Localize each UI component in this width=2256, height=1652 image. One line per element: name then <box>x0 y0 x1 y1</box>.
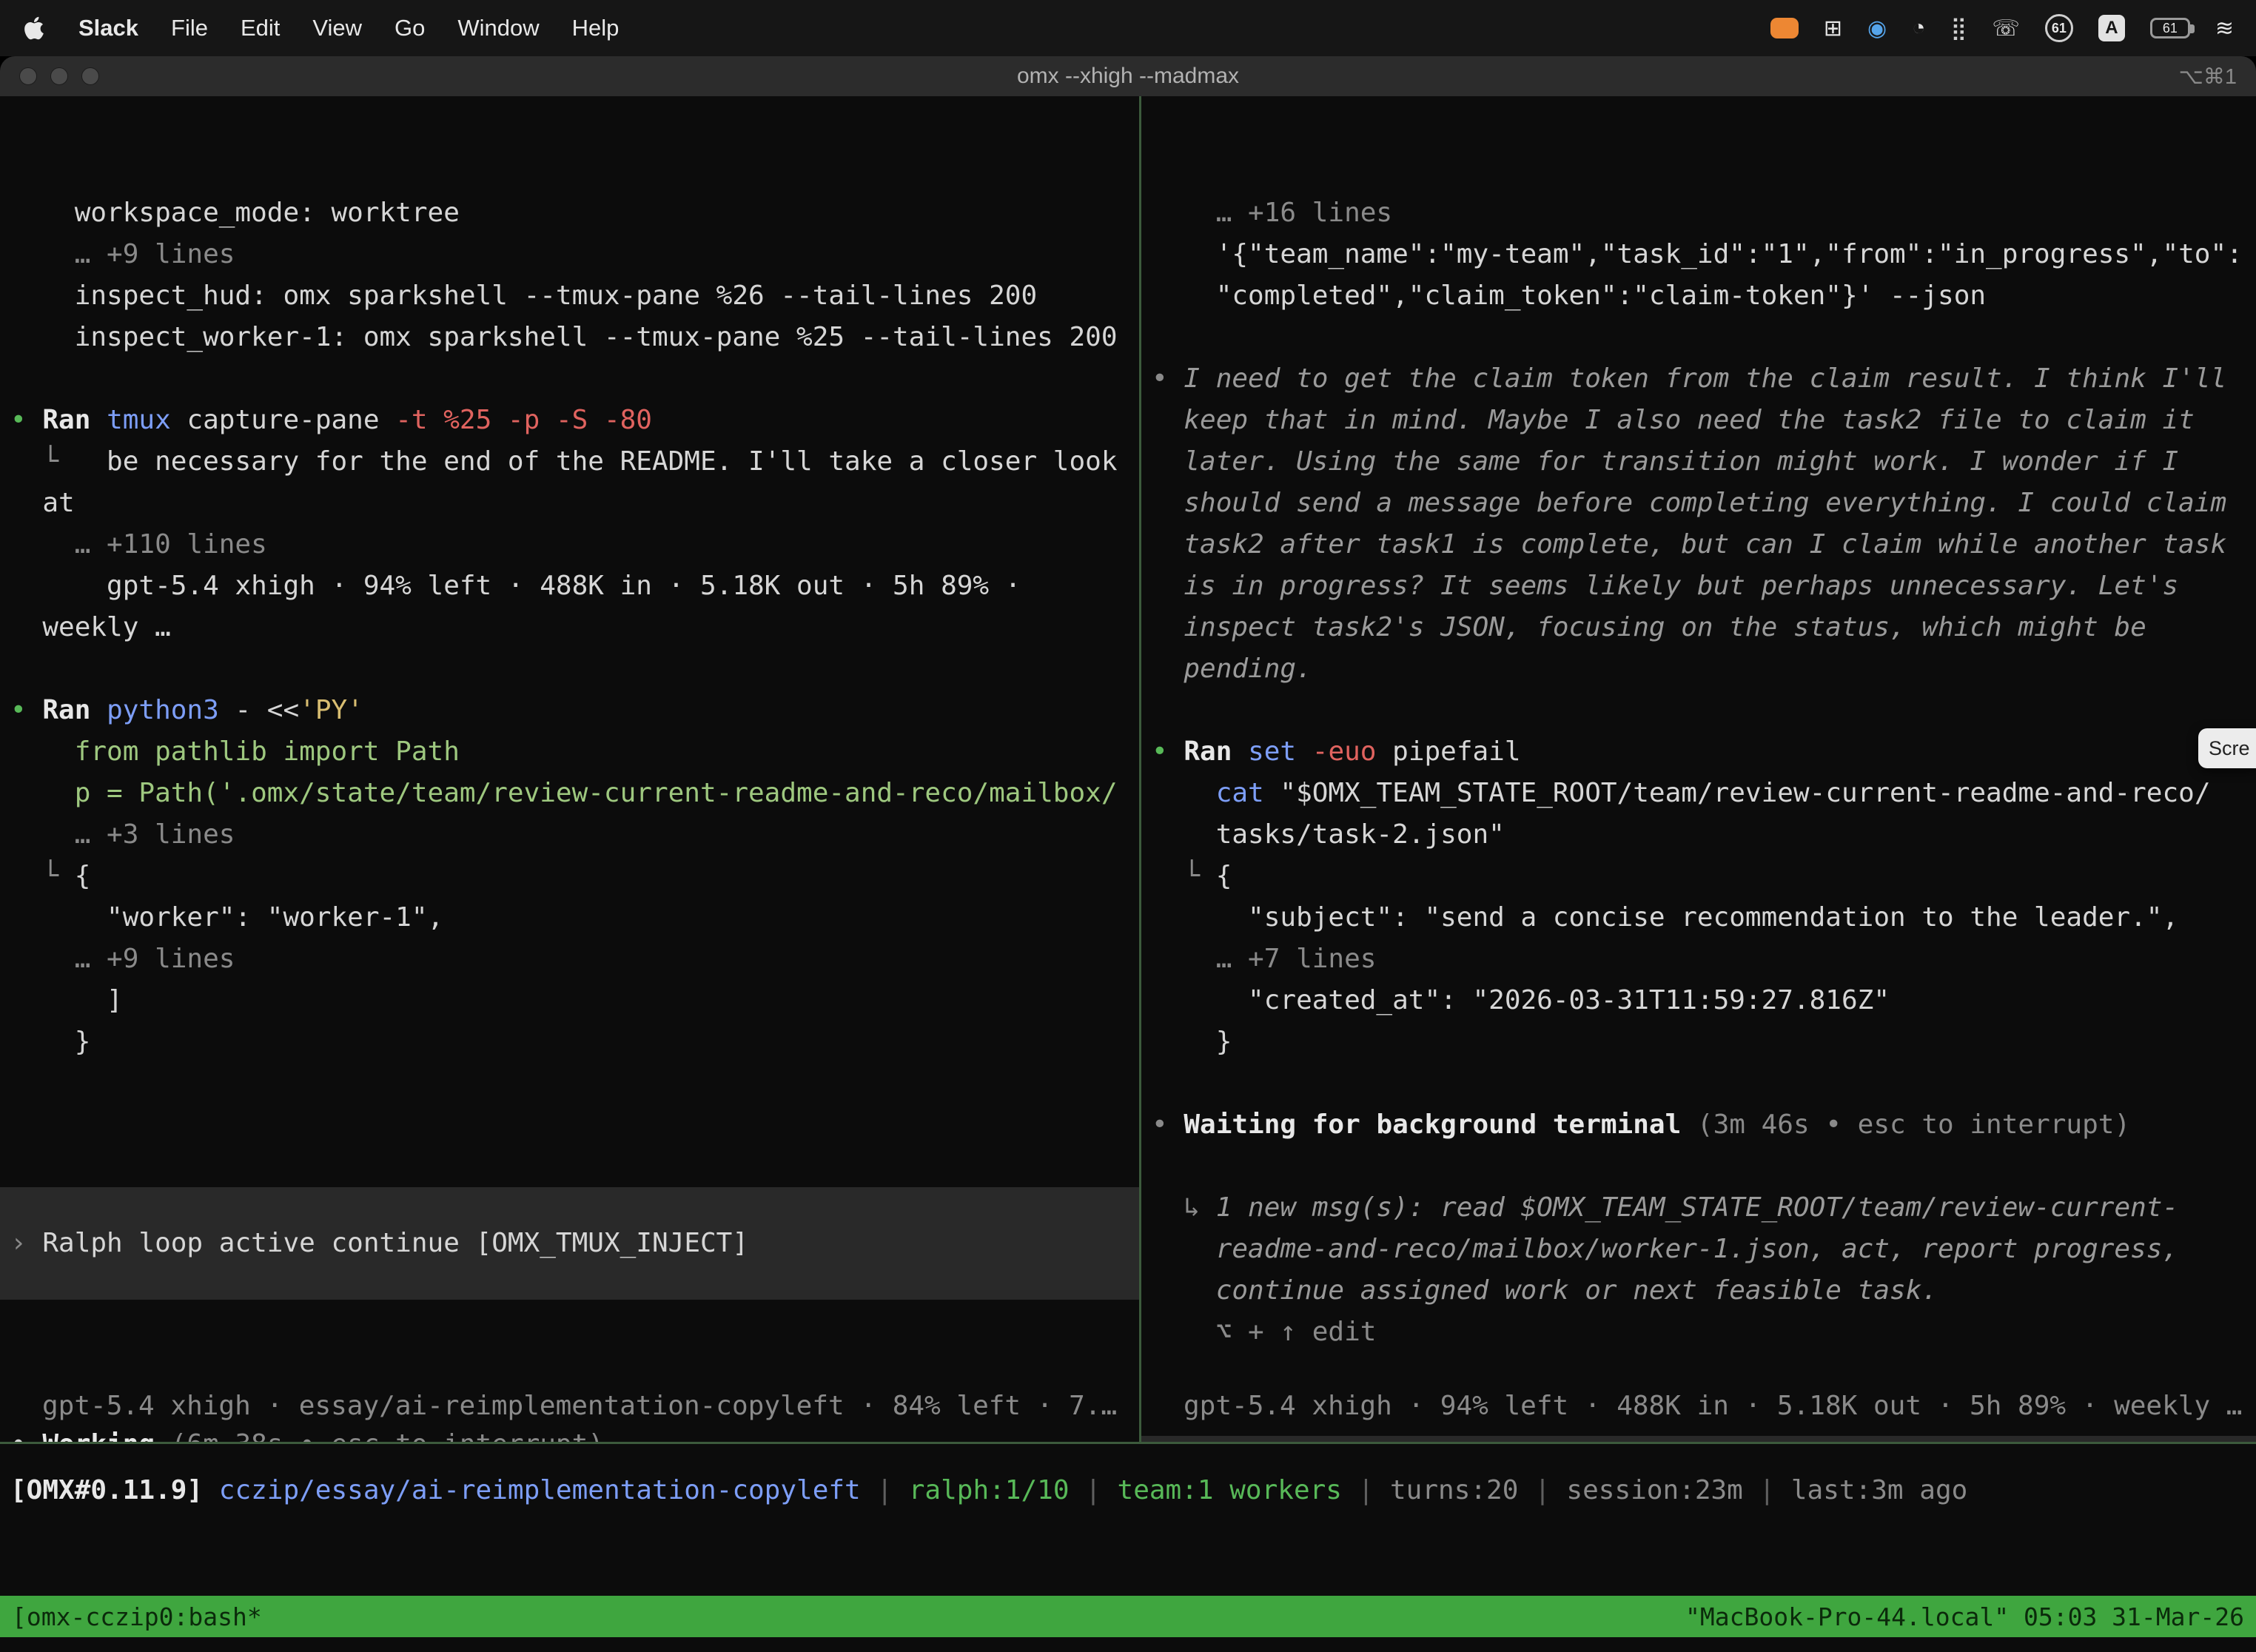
terminal-line <box>1141 1146 2256 1187</box>
menu-help[interactable]: Help <box>572 15 620 41</box>
left-pane-output: workspace_mode: worktree … +9 lines insp… <box>0 192 1139 1104</box>
terminal-line: tasks/task-2.json" <box>1141 814 2256 856</box>
terminal-line <box>1141 690 2256 731</box>
terminal-line: • Ran python3 - <<'PY' <box>0 690 1139 731</box>
terminal-line: … +110 lines <box>0 524 1139 565</box>
clock-icon[interactable]: ◔ <box>1912 16 1925 41</box>
terminal-line: keep that in mind. Maybe I also need the… <box>1141 400 2256 441</box>
terminal-line <box>1141 1063 2256 1104</box>
screenshot-thumbnail-popup[interactable]: Scre <box>2198 728 2256 768</box>
right-pane-output: … +16 lines '{"team_name":"my-team","tas… <box>1141 192 2256 1353</box>
meter-61-icon[interactable]: 61 <box>2045 14 2073 42</box>
terminal-line: • I need to get the claim token from the… <box>1141 358 2256 400</box>
tmux-session-window[interactable]: [omx-cczip0:bash* <box>12 1602 262 1631</box>
terminal-line: weekly … <box>0 607 1139 648</box>
menu-file[interactable]: File <box>171 15 208 41</box>
omx-status-line: [OMX#0.11.9] cczip/essay/ai-reimplementa… <box>0 1446 2256 1511</box>
terminal-line: task2 after task1 is complete, but can I… <box>1141 524 2256 565</box>
terminal-line <box>0 1063 1139 1104</box>
terminal-line: [OMX#0.11.9] cczip/essay/ai-reimplementa… <box>10 1470 2256 1511</box>
phone-icon[interactable]: ☏ <box>1992 16 2020 41</box>
tmux-status-bar: [omx-cczip0:bash* "MacBook-Pro-44.local"… <box>0 1596 2256 1637</box>
terminal-line: workspace_mode: worktree <box>0 192 1139 234</box>
menu-status-icons: ⊞ ◉ ◔ ⣿ ☏ 61 A 61 ≋ <box>1770 14 2234 42</box>
terminal-line: inspect_worker-1: omx sparkshell --tmux-… <box>0 317 1139 358</box>
terminal-line: … +9 lines <box>0 234 1139 275</box>
pane-divider-horizontal <box>0 1442 2256 1444</box>
terminal-line <box>0 358 1139 400</box>
tmux-host-clock: "MacBook-Pro-44.local" 05:03 31-Mar-26 <box>1685 1602 2244 1631</box>
window-shortcut-hint: ⌥⌘1 <box>2178 64 2256 90</box>
minimize-button[interactable] <box>50 67 68 85</box>
terminal-line: cat "$OMX_TEAM_STATE_ROOT/team/review-cu… <box>1141 773 2256 814</box>
battery-icon[interactable]: 61 <box>2150 18 2190 38</box>
inject-banner: › Ralph loop active continue [OMX_TMUX_I… <box>0 1187 1139 1300</box>
close-button[interactable] <box>19 67 37 85</box>
terminal-line: … +16 lines <box>1141 192 2256 234</box>
terminal: workspace_mode: worktree … +9 lines insp… <box>0 96 2256 1652</box>
active-app-name[interactable]: Slack <box>78 15 138 41</box>
terminal-line: } <box>1141 1021 2256 1063</box>
window-title: omx --xhigh --madmax <box>0 64 2256 89</box>
terminal-line: … +9 lines <box>0 939 1139 980</box>
terminal-line: ] <box>0 980 1139 1021</box>
terminal-line: "worker": "worker-1", <box>0 897 1139 939</box>
terminal-line: at <box>0 483 1139 524</box>
terminal-line: └ { <box>1141 856 2256 897</box>
apple-menu[interactable] <box>22 14 46 42</box>
terminal-line: gpt-5.4 xhigh · 94% left · 488K in · 5.1… <box>0 565 1139 607</box>
terminal-line: └ be necessary for the end of the README… <box>0 441 1139 483</box>
terminal-line <box>1141 317 2256 358</box>
terminal-line: "created_at": "2026-03-31T11:59:27.816Z" <box>1141 980 2256 1021</box>
terminal-line: … +7 lines <box>1141 939 2256 980</box>
window-controls <box>0 67 99 85</box>
terminal-line: readme-and-reco/mailbox/worker-1.json, a… <box>1141 1229 2256 1270</box>
left-pane-footer: gpt-5.4 xhigh · essay/ai-reimplementatio… <box>42 1386 1117 1427</box>
right-terminal-pane[interactable]: … +16 lines '{"team_name":"my-team","tas… <box>1141 96 2256 1442</box>
terminal-line: "completed","claim_token":"claim-token"}… <box>1141 275 2256 317</box>
inject-banner-text: Ralph loop active continue [OMX_TMUX_INJ… <box>42 1223 748 1264</box>
right-pane-footer: gpt-5.4 xhigh · 94% left · 488K in · 5.1… <box>1184 1386 2242 1427</box>
menu-go[interactable]: Go <box>395 15 425 41</box>
terminal-line: continue assigned work or next feasible … <box>1141 1270 2256 1312</box>
terminal-line: inspect task2's JSON, focusing on the st… <box>1141 607 2256 648</box>
composer-input-right[interactable]: › Explain this codebase <box>1141 1436 2256 1442</box>
zoom-button[interactable] <box>81 67 99 85</box>
terminal-line: • Ran set -euo pipefail <box>1141 731 2256 773</box>
terminal-line: '{"team_name":"my-team","task_id":"1","f… <box>1141 234 2256 275</box>
menu-view[interactable]: View <box>312 15 362 41</box>
terminal-line: … +3 lines <box>0 814 1139 856</box>
keyboard-grid-icon[interactable]: ⊞ <box>1824 16 1842 41</box>
terminal-line: is in progress? It seems likely but perh… <box>1141 565 2256 607</box>
screenshot-popup-label: Scre <box>2209 737 2250 760</box>
input-source-icon[interactable]: A <box>2098 15 2125 41</box>
menu-window[interactable]: Window <box>457 15 539 41</box>
terminal-line: later. Using the same for transition mig… <box>1141 441 2256 483</box>
terminal-line: └ { <box>0 856 1139 897</box>
screen-recording-indicator[interactable] <box>1770 18 1799 38</box>
terminal-line: ⌥ + ↑ edit <box>1141 1312 2256 1353</box>
menu-edit[interactable]: Edit <box>241 15 280 41</box>
prompt-chevron: › <box>10 1223 42 1264</box>
terminal-line: ↳ 1 new msg(s): read $OMX_TEAM_STATE_ROO… <box>1141 1187 2256 1229</box>
wifi-icon[interactable]: ≋ <box>2215 16 2234 41</box>
window-title-bar[interactable]: omx --xhigh --madmax ⌥⌘1 <box>0 56 2256 96</box>
terminal-line: inspect_hud: omx sparkshell --tmux-pane … <box>0 275 1139 317</box>
terminal-line: } <box>0 1021 1139 1063</box>
terminal-line: • Waiting for background terminal (3m 46… <box>1141 1104 2256 1146</box>
terminal-line: pending. <box>1141 648 2256 690</box>
blue-app-icon[interactable]: ◉ <box>1867 16 1887 41</box>
terminal-line <box>0 648 1139 690</box>
app-grid-icon[interactable]: ⣿ <box>1950 16 1967 41</box>
terminal-line: "subject": "send a concise recommendatio… <box>1141 897 2256 939</box>
menu-items: File Edit View Go Window Help <box>171 15 619 41</box>
terminal-line: • Ran tmux capture-pane -t %25 -p -S -80 <box>0 400 1139 441</box>
menu-bar: Slack FileEditViewGoWindowHelp ⊞◉◔⣿☏61A6… <box>0 0 2256 56</box>
terminal-line: should send a message before completing … <box>1141 483 2256 524</box>
terminal-line: p = Path('.omx/state/team/review-current… <box>0 773 1139 814</box>
terminal-line: from pathlib import Path <box>0 731 1139 773</box>
left-terminal-pane[interactable]: workspace_mode: worktree … +9 lines insp… <box>0 96 1139 1442</box>
